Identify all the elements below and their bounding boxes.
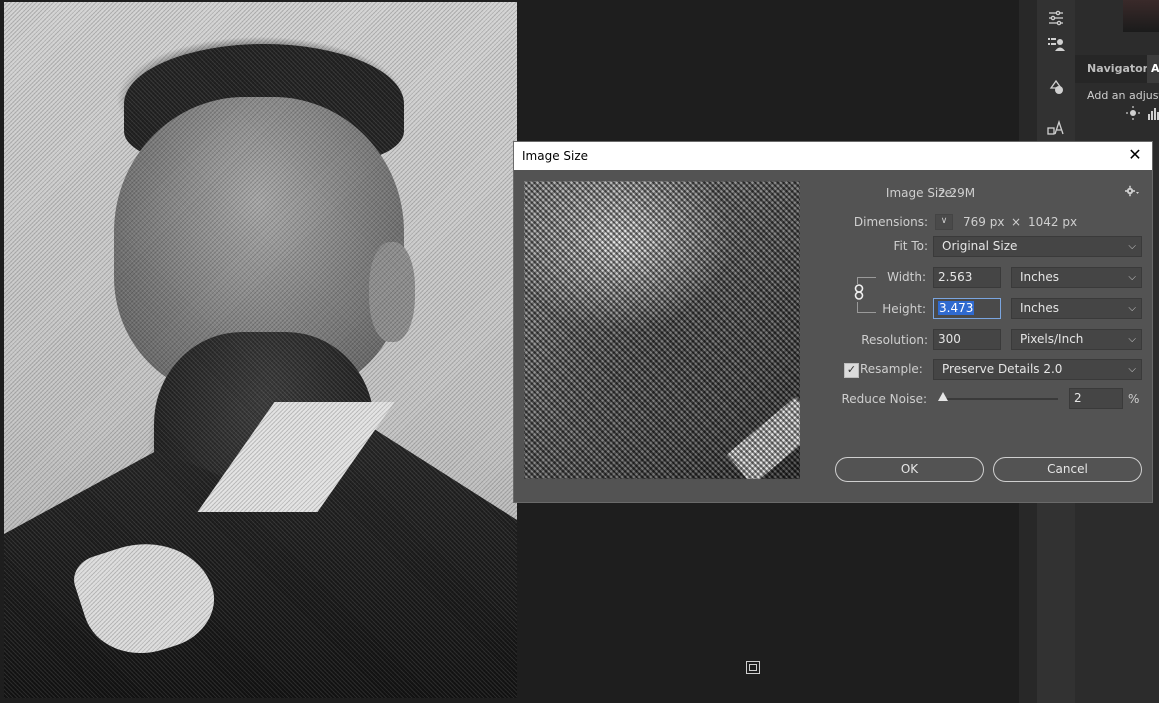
tab-navigator[interactable]: Navigator xyxy=(1087,62,1148,75)
ok-button[interactable]: OK xyxy=(835,457,984,482)
width-input[interactable]: 2.563 xyxy=(933,267,1001,288)
screen-mode-icon[interactable] xyxy=(746,661,760,674)
photo-halftone xyxy=(4,2,517,698)
reduce-noise-label: Reduce Noise: xyxy=(841,392,927,406)
image-size-dialog: Image Size ✕ Image Size: 2.29M Dimension… xyxy=(513,141,1153,503)
adjustment-icons xyxy=(1126,106,1159,124)
reduce-noise-slider[interactable] xyxy=(940,398,1058,400)
preview-halftone xyxy=(524,181,800,479)
width-label: Width: xyxy=(887,270,926,284)
panel-thumbnail xyxy=(1123,0,1159,32)
dimensions-height: 1042 px xyxy=(1028,215,1078,229)
chevron-down-icon[interactable]: ∨ xyxy=(935,214,953,230)
height-value: 3.473 xyxy=(938,301,975,315)
tab-adjustments[interactable]: A xyxy=(1147,55,1159,83)
canvas-photo[interactable] xyxy=(4,2,517,698)
dimensions-times: × xyxy=(1011,215,1022,229)
resample-select[interactable]: Preserve Details 2.0 ⌵ xyxy=(933,359,1142,380)
chevron-down-icon: ⌵ xyxy=(1128,272,1136,283)
fit-to-label: Fit To: xyxy=(893,239,928,253)
image-preview[interactable] xyxy=(524,181,800,479)
dimensions-label: Dimensions: xyxy=(853,215,928,229)
sliders-icon[interactable] xyxy=(1046,8,1066,28)
fit-to-value: Original Size xyxy=(942,239,1018,253)
chevron-down-icon: ⌵ xyxy=(1128,303,1136,314)
history-icon[interactable] xyxy=(1046,77,1066,97)
close-icon[interactable]: ✕ xyxy=(1126,146,1144,164)
reduce-noise-slider-handle[interactable] xyxy=(938,392,948,401)
resolution-unit-value: Pixels/Inch xyxy=(1020,332,1084,346)
height-input[interactable]: 3.473 xyxy=(933,298,1001,319)
reduce-noise-input[interactable]: 2 xyxy=(1069,388,1123,409)
dimensions-width: 769 px xyxy=(963,215,1005,229)
dialog-title: Image Size xyxy=(522,149,589,163)
cancel-button[interactable]: Cancel xyxy=(993,457,1142,482)
resample-checkbox[interactable]: ✓ xyxy=(844,363,859,378)
height-unit-select[interactable]: Inches ⌵ xyxy=(1011,298,1142,319)
chevron-down-icon: ⌵ xyxy=(1128,334,1136,345)
reduce-noise-value: 2 xyxy=(1074,391,1082,405)
image-size-value: 2.29M xyxy=(938,186,976,200)
width-unit-select[interactable]: Inches ⌵ xyxy=(1011,267,1142,288)
chevron-down-icon: ⌵ xyxy=(1128,364,1136,375)
resolution-unit-select[interactable]: Pixels/Inch ⌵ xyxy=(1011,329,1142,350)
resample-value: Preserve Details 2.0 xyxy=(942,362,1063,376)
width-value: 2.563 xyxy=(938,270,973,284)
width-unit-value: Inches xyxy=(1020,270,1059,284)
height-unit-value: Inches xyxy=(1020,301,1059,315)
resolution-value: 300 xyxy=(938,332,961,346)
adjustments-hint: Add an adjustm xyxy=(1087,89,1159,102)
dialog-titlebar[interactable]: Image Size ✕ xyxy=(514,142,1152,170)
link-icon[interactable] xyxy=(852,284,866,302)
character-icon[interactable] xyxy=(1046,118,1066,138)
chevron-down-icon: ⌵ xyxy=(1128,241,1136,252)
gear-icon[interactable] xyxy=(1125,185,1139,200)
fit-to-select[interactable]: Original Size ⌵ xyxy=(933,236,1142,257)
reduce-noise-unit: % xyxy=(1128,392,1140,406)
list-user-icon[interactable] xyxy=(1046,34,1066,54)
resolution-input[interactable]: 300 xyxy=(933,329,1001,350)
resample-label: Resample: xyxy=(860,362,923,376)
height-label: Height: xyxy=(882,302,926,316)
resolution-label: Resolution: xyxy=(861,333,928,347)
